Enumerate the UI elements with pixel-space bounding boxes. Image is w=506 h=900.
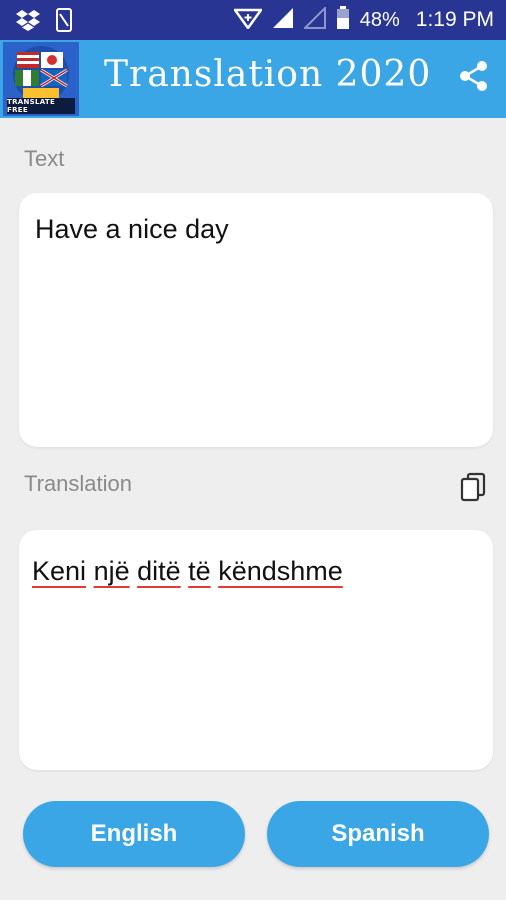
battery-icon [336,5,350,35]
translation-word: ditë [137,556,181,586]
source-language-button[interactable]: English [23,801,245,867]
translation-output-card[interactable]: Keni një ditë të këndshme [19,530,493,770]
copy-button[interactable] [458,472,488,507]
battery-percent: 48% [359,8,400,31]
status-left-icons [16,8,72,37]
translation-output-text[interactable]: Keni një ditë të këndshme [32,555,480,587]
text-label: Text [24,146,65,171]
app-logo: TRANSLATE FREE [3,42,79,116]
share-button[interactable] [456,60,492,96]
translation-label: Translation [24,471,133,496]
app-bar: TRANSLATE FREE Translation 2020 [0,40,506,118]
data-saver-icon [232,7,264,34]
app-logo-label: TRANSLATE FREE [7,98,56,114]
text-input-field[interactable]: Have a nice day [35,213,477,245]
text-input-card[interactable]: Have a nice day [19,193,493,447]
status-right-icons: 48% 1:19 PM [232,0,494,40]
share-icon [458,60,490,97]
status-time: 1:19 PM [415,8,494,31]
translation-word: një [93,556,130,586]
dropbox-icon [16,9,40,36]
translation-word: këndshme [218,556,343,586]
copy-icon [459,472,487,507]
translation-word: të [188,556,211,586]
phone-notification-icon [56,8,72,37]
signal-empty-icon [302,5,326,34]
target-language-button[interactable]: Spanish [267,801,489,867]
translation-word: Keni [32,556,87,586]
status-bar: 48% 1:19 PM [0,0,506,40]
app-title: Translation 2020 [104,54,432,95]
signal-full-icon [272,7,294,34]
